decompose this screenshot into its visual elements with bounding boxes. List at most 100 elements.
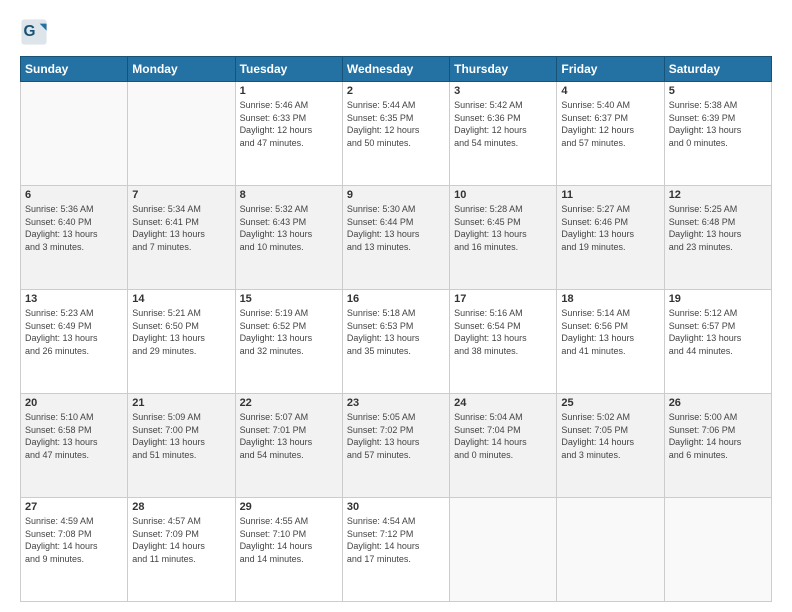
day-detail: Sunrise: 5:14 AMSunset: 6:56 PMDaylight:… <box>561 307 659 357</box>
calendar-week-row: 27 Sunrise: 4:59 AMSunset: 7:08 PMDayligh… <box>21 498 772 602</box>
day-number: 10 <box>454 189 552 201</box>
day-number: 18 <box>561 293 659 305</box>
calendar-cell <box>664 498 771 602</box>
day-detail: Sunrise: 5:32 AMSunset: 6:43 PMDaylight:… <box>240 203 338 253</box>
day-detail: Sunrise: 4:57 AMSunset: 7:09 PMDaylight:… <box>132 515 230 565</box>
day-detail: Sunrise: 5:16 AMSunset: 6:54 PMDaylight:… <box>454 307 552 357</box>
calendar-cell: 26 Sunrise: 5:00 AMSunset: 7:06 PMDayligh… <box>664 394 771 498</box>
calendar-cell: 25 Sunrise: 5:02 AMSunset: 7:05 PMDayligh… <box>557 394 664 498</box>
calendar-cell: 21 Sunrise: 5:09 AMSunset: 7:00 PMDayligh… <box>128 394 235 498</box>
svg-text:G: G <box>24 23 36 40</box>
calendar-cell <box>450 498 557 602</box>
day-detail: Sunrise: 5:18 AMSunset: 6:53 PMDaylight:… <box>347 307 445 357</box>
calendar-cell: 9 Sunrise: 5:30 AMSunset: 6:44 PMDaylight… <box>342 186 449 290</box>
day-number: 20 <box>25 397 123 409</box>
day-number: 25 <box>561 397 659 409</box>
calendar-cell: 8Sunrise: 5:32 AMSunset: 6:43 PMDaylight… <box>235 186 342 290</box>
day-detail: Sunrise: 5:38 AMSunset: 6:39 PMDaylight:… <box>669 99 767 149</box>
logo: G <box>20 18 52 46</box>
header: G <box>20 18 772 46</box>
calendar-table: SundayMondayTuesdayWednesdayThursdayFrid… <box>20 56 772 602</box>
calendar-cell: 27 Sunrise: 4:59 AMSunset: 7:08 PMDayligh… <box>21 498 128 602</box>
day-number: 23 <box>347 397 445 409</box>
calendar-cell: 16Sunrise: 5:18 AMSunset: 6:53 PMDayligh… <box>342 290 449 394</box>
day-number: 13 <box>25 293 123 305</box>
day-detail: Sunrise: 5:10 AMSunset: 6:58 PMDaylight:… <box>25 411 123 461</box>
day-detail: Sunrise: 5:23 AMSunset: 6:49 PMDaylight:… <box>25 307 123 357</box>
day-number: 22 <box>240 397 338 409</box>
calendar-header-thursday: Thursday <box>450 57 557 82</box>
day-number: 15 <box>240 293 338 305</box>
day-number: 1 <box>240 85 338 97</box>
day-number: 26 <box>669 397 767 409</box>
calendar-cell: 2 Sunrise: 5:44 AMSunset: 6:35 PMDaylight… <box>342 82 449 186</box>
day-detail: Sunrise: 5:30 AMSunset: 6:44 PMDaylight:… <box>347 203 445 253</box>
day-detail: Sunrise: 5:25 AMSunset: 6:48 PMDaylight:… <box>669 203 767 253</box>
calendar-header-friday: Friday <box>557 57 664 82</box>
day-detail: Sunrise: 4:54 AMSunset: 7:12 PMDaylight:… <box>347 515 445 565</box>
calendar-header-row: SundayMondayTuesdayWednesdayThursdayFrid… <box>21 57 772 82</box>
calendar-cell: 15Sunrise: 5:19 AMSunset: 6:52 PMDayligh… <box>235 290 342 394</box>
day-number: 24 <box>454 397 552 409</box>
day-number: 6 <box>25 189 123 201</box>
calendar-cell: 7 Sunrise: 5:34 AMSunset: 6:41 PMDaylight… <box>128 186 235 290</box>
day-detail: Sunrise: 5:21 AMSunset: 6:50 PMDaylight:… <box>132 307 230 357</box>
day-number: 7 <box>132 189 230 201</box>
calendar-cell: 5 Sunrise: 5:38 AMSunset: 6:39 PMDaylight… <box>664 82 771 186</box>
day-detail: Sunrise: 4:59 AMSunset: 7:08 PMDaylight:… <box>25 515 123 565</box>
day-detail: Sunrise: 5:00 AMSunset: 7:06 PMDaylight:… <box>669 411 767 461</box>
calendar-cell: 17 Sunrise: 5:16 AMSunset: 6:54 PMDayligh… <box>450 290 557 394</box>
calendar-cell: 24 Sunrise: 5:04 AMSunset: 7:04 PMDayligh… <box>450 394 557 498</box>
calendar-week-row: 1 Sunrise: 5:46 AMSunset: 6:33 PMDaylight… <box>21 82 772 186</box>
day-number: 17 <box>454 293 552 305</box>
day-detail: Sunrise: 5:46 AMSunset: 6:33 PMDaylight:… <box>240 99 338 149</box>
day-number: 11 <box>561 189 659 201</box>
day-number: 9 <box>347 189 445 201</box>
calendar-cell: 19 Sunrise: 5:12 AMSunset: 6:57 PMDayligh… <box>664 290 771 394</box>
page: G SundayMondayTuesdayWednesdayThursdayFr… <box>0 0 792 612</box>
day-detail: Sunrise: 5:04 AMSunset: 7:04 PMDaylight:… <box>454 411 552 461</box>
day-detail: Sunrise: 5:34 AMSunset: 6:41 PMDaylight:… <box>132 203 230 253</box>
day-detail: Sunrise: 5:27 AMSunset: 6:46 PMDaylight:… <box>561 203 659 253</box>
calendar-cell: 12Sunrise: 5:25 AMSunset: 6:48 PMDayligh… <box>664 186 771 290</box>
day-detail: Sunrise: 4:55 AMSunset: 7:10 PMDaylight:… <box>240 515 338 565</box>
day-number: 2 <box>347 85 445 97</box>
calendar-cell: 30 Sunrise: 4:54 AMSunset: 7:12 PMDayligh… <box>342 498 449 602</box>
calendar-header-monday: Monday <box>128 57 235 82</box>
calendar-cell: 20 Sunrise: 5:10 AMSunset: 6:58 PMDayligh… <box>21 394 128 498</box>
day-detail: Sunrise: 5:09 AMSunset: 7:00 PMDaylight:… <box>132 411 230 461</box>
logo-icon: G <box>20 18 48 46</box>
calendar-cell: 22Sunrise: 5:07 AMSunset: 7:01 PMDayligh… <box>235 394 342 498</box>
day-number: 28 <box>132 501 230 513</box>
day-number: 21 <box>132 397 230 409</box>
calendar-header-sunday: Sunday <box>21 57 128 82</box>
calendar-cell: 13 Sunrise: 5:23 AMSunset: 6:49 PMDayligh… <box>21 290 128 394</box>
calendar-week-row: 20 Sunrise: 5:10 AMSunset: 6:58 PMDayligh… <box>21 394 772 498</box>
day-detail: Sunrise: 5:44 AMSunset: 6:35 PMDaylight:… <box>347 99 445 149</box>
calendar-week-row: 6Sunrise: 5:36 AMSunset: 6:40 PMDaylight… <box>21 186 772 290</box>
calendar-cell: 4 Sunrise: 5:40 AMSunset: 6:37 PMDaylight… <box>557 82 664 186</box>
day-number: 4 <box>561 85 659 97</box>
day-number: 29 <box>240 501 338 513</box>
calendar-header-tuesday: Tuesday <box>235 57 342 82</box>
calendar-cell <box>557 498 664 602</box>
day-detail: Sunrise: 5:12 AMSunset: 6:57 PMDaylight:… <box>669 307 767 357</box>
calendar-cell <box>128 82 235 186</box>
calendar-cell <box>21 82 128 186</box>
day-number: 27 <box>25 501 123 513</box>
day-detail: Sunrise: 5:02 AMSunset: 7:05 PMDaylight:… <box>561 411 659 461</box>
calendar-cell: 3Sunrise: 5:42 AMSunset: 6:36 PMDaylight… <box>450 82 557 186</box>
calendar-cell: 1 Sunrise: 5:46 AMSunset: 6:33 PMDaylight… <box>235 82 342 186</box>
day-detail: Sunrise: 5:28 AMSunset: 6:45 PMDaylight:… <box>454 203 552 253</box>
calendar-cell: 6Sunrise: 5:36 AMSunset: 6:40 PMDaylight… <box>21 186 128 290</box>
day-detail: Sunrise: 5:40 AMSunset: 6:37 PMDaylight:… <box>561 99 659 149</box>
calendar-week-row: 13 Sunrise: 5:23 AMSunset: 6:49 PMDayligh… <box>21 290 772 394</box>
calendar-header-saturday: Saturday <box>664 57 771 82</box>
day-number: 5 <box>669 85 767 97</box>
day-number: 19 <box>669 293 767 305</box>
calendar-cell: 10 Sunrise: 5:28 AMSunset: 6:45 PMDayligh… <box>450 186 557 290</box>
calendar-cell: 23Sunrise: 5:05 AMSunset: 7:02 PMDayligh… <box>342 394 449 498</box>
calendar-cell: 11 Sunrise: 5:27 AMSunset: 6:46 PMDayligh… <box>557 186 664 290</box>
day-detail: Sunrise: 5:42 AMSunset: 6:36 PMDaylight:… <box>454 99 552 149</box>
day-number: 30 <box>347 501 445 513</box>
